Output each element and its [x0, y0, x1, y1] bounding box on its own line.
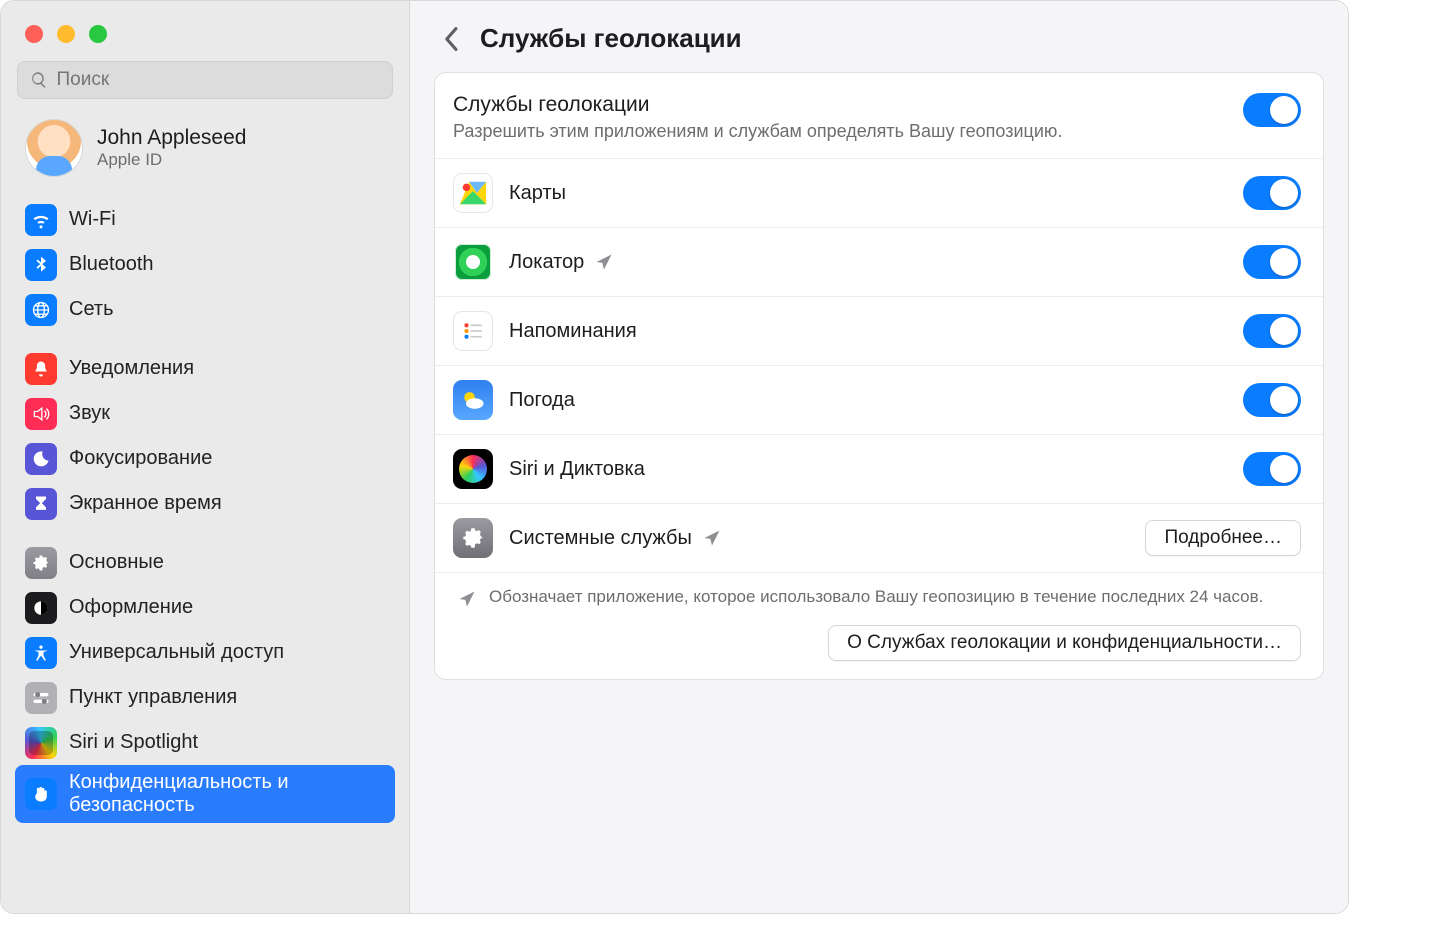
siri-dictation-icon	[453, 449, 493, 489]
back-button[interactable]	[438, 25, 466, 53]
sidebar-nav: Wi-Fi Bluetooth Сеть	[1, 193, 409, 837]
app-toggle-weather[interactable]	[1243, 383, 1301, 417]
app-label: Погода	[509, 389, 1227, 412]
details-button[interactable]: Подробнее…	[1145, 520, 1301, 556]
sliders-icon	[25, 682, 57, 714]
sidebar-item-general[interactable]: Основные	[15, 540, 395, 585]
app-label: Напоминания	[509, 320, 1227, 343]
app-toggle-reminders[interactable]	[1243, 314, 1301, 348]
search-input[interactable]	[56, 69, 380, 91]
sidebar-item-label: Пункт управления	[69, 681, 237, 714]
sidebar-item-label: Оформление	[69, 591, 193, 624]
location-arrow-icon	[594, 252, 614, 272]
close-window-button[interactable]	[25, 25, 43, 43]
minimize-window-button[interactable]	[57, 25, 75, 43]
sidebar-item-label: Конфиденциальность и безопасность	[69, 771, 289, 817]
window-controls	[1, 11, 409, 57]
speaker-icon	[25, 398, 57, 430]
app-toggle-findmy[interactable]	[1243, 245, 1301, 279]
sidebar-item-label: Siri и Spotlight	[69, 726, 198, 759]
app-row-reminders: Напоминания	[435, 297, 1323, 366]
moon-icon	[25, 443, 57, 475]
location-arrow-icon	[457, 589, 477, 609]
app-row-maps: Карты	[435, 159, 1323, 228]
globe-icon	[25, 294, 57, 326]
settings-window: John Appleseed Apple ID Wi-Fi Bluetooth	[0, 0, 1349, 914]
account-name: John Appleseed	[97, 126, 246, 150]
sidebar-account[interactable]: John Appleseed Apple ID	[1, 113, 409, 193]
search-field[interactable]	[17, 61, 393, 99]
sidebar-item-label: Основные	[69, 546, 164, 579]
sidebar-item-label: Bluetooth	[69, 248, 154, 281]
sidebar-item-label: Сеть	[69, 293, 113, 326]
location-services-toggle[interactable]	[1243, 93, 1301, 127]
bell-icon	[25, 353, 57, 385]
sidebar-item-label: Универсальный доступ	[69, 636, 284, 669]
search-icon	[30, 70, 48, 90]
sidebar-item-control-center[interactable]: Пункт управления	[15, 675, 395, 720]
chevron-left-icon	[443, 26, 461, 52]
panel-header-title: Службы геолокации	[453, 93, 1227, 117]
app-label: Карты	[509, 182, 1227, 205]
page-title: Службы геолокации	[480, 23, 742, 54]
sidebar-item-screentime[interactable]: Экранное время	[15, 481, 395, 526]
panel-header-row: Службы геолокации Разрешить этим приложе…	[435, 75, 1323, 159]
system-services-row: Системные службы Подробнее…	[435, 504, 1323, 573]
sidebar-item-siri-spotlight[interactable]: Siri и Spotlight	[15, 720, 395, 765]
wifi-icon	[25, 204, 57, 236]
sidebar: John Appleseed Apple ID Wi-Fi Bluetooth	[1, 1, 410, 913]
maps-icon	[453, 173, 493, 213]
findmy-icon	[453, 242, 493, 282]
accessibility-icon	[25, 637, 57, 669]
app-toggle-siri[interactable]	[1243, 452, 1301, 486]
zoom-window-button[interactable]	[89, 25, 107, 43]
siri-icon	[25, 727, 57, 759]
sidebar-item-label: Звук	[69, 397, 110, 430]
sidebar-item-label: Фокусирование	[69, 442, 212, 475]
app-row-weather: Погода	[435, 366, 1323, 435]
about-location-privacy-button[interactable]: О Службах геолокации и конфиденциальност…	[828, 625, 1301, 661]
hand-icon	[25, 778, 57, 810]
sidebar-item-sound[interactable]: Звук	[15, 391, 395, 436]
app-label: Siri и Диктовка	[509, 458, 1227, 481]
app-row-siri-dictation: Siri и Диктовка	[435, 435, 1323, 504]
sidebar-item-label: Уведомления	[69, 352, 194, 385]
weather-icon	[453, 380, 493, 420]
panel-header-subtitle: Разрешить этим приложениям и службам опр…	[453, 121, 1227, 142]
app-toggle-maps[interactable]	[1243, 176, 1301, 210]
sidebar-item-focus[interactable]: Фокусирование	[15, 436, 395, 481]
sidebar-item-wifi[interactable]: Wi-Fi	[15, 197, 395, 242]
footnote: Обозначает приложение, которое использов…	[435, 573, 1323, 611]
bluetooth-icon	[25, 249, 57, 281]
sidebar-item-label: Экранное время	[69, 487, 222, 520]
location-arrow-icon	[702, 528, 722, 548]
footnote-text: Обозначает приложение, которое использов…	[489, 587, 1263, 607]
sidebar-item-network[interactable]: Сеть	[15, 287, 395, 332]
avatar	[25, 119, 83, 177]
sidebar-item-notifications[interactable]: Уведомления	[15, 346, 395, 391]
system-services-icon	[453, 518, 493, 558]
sidebar-item-privacy-security[interactable]: Конфиденциальность и безопасность	[15, 765, 395, 823]
system-services-label: Системные службы	[509, 527, 1129, 550]
sidebar-item-label: Wi-Fi	[69, 203, 116, 236]
app-row-findmy: Локатор	[435, 228, 1323, 297]
main-content: Службы геолокации Службы геолокации Разр…	[410, 1, 1348, 913]
location-services-panel: Службы геолокации Разрешить этим приложе…	[434, 72, 1324, 680]
sidebar-item-bluetooth[interactable]: Bluetooth	[15, 242, 395, 287]
gear-icon	[25, 547, 57, 579]
titlebar: Службы геолокации	[410, 1, 1348, 72]
sidebar-item-appearance[interactable]: Оформление	[15, 585, 395, 630]
reminders-icon	[453, 311, 493, 351]
account-sub: Apple ID	[97, 150, 246, 170]
app-label: Локатор	[509, 251, 1227, 274]
hourglass-icon	[25, 488, 57, 520]
sidebar-item-accessibility[interactable]: Универсальный доступ	[15, 630, 395, 675]
appearance-icon	[25, 592, 57, 624]
